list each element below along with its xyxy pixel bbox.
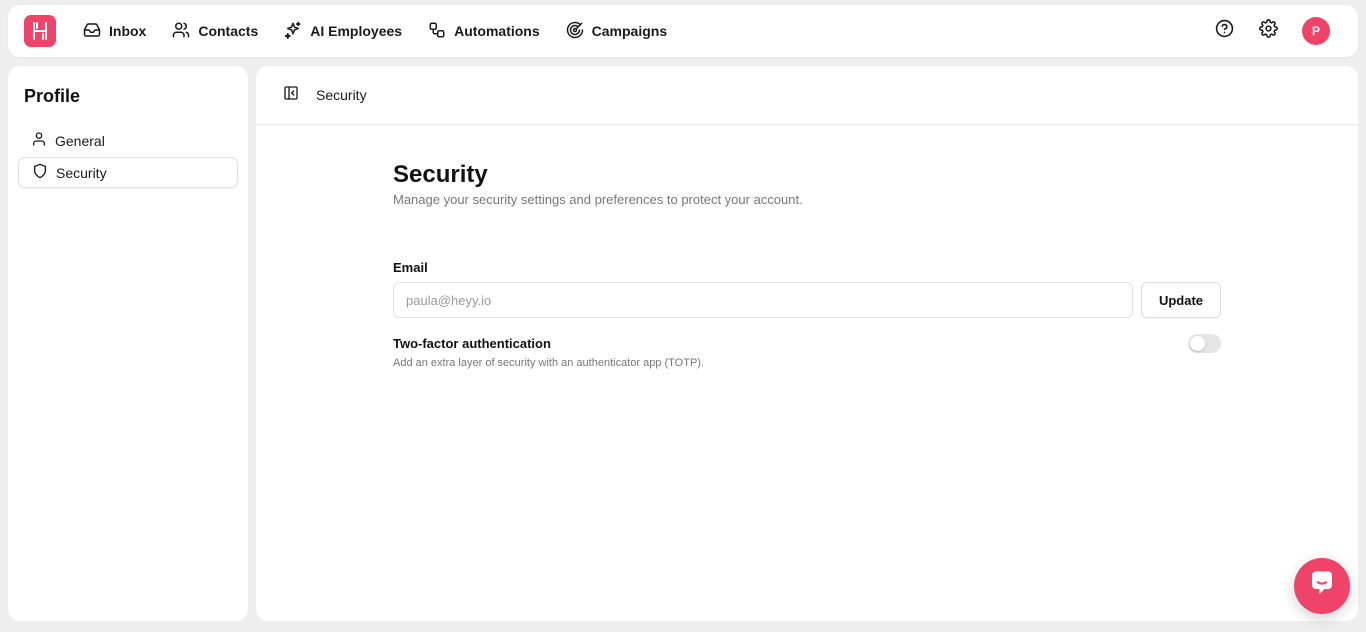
chat-widget-button[interactable] xyxy=(1294,558,1350,614)
page-subtitle: Manage your security settings and prefer… xyxy=(393,192,803,207)
avatar[interactable]: P xyxy=(1302,17,1330,45)
nav-item-ai-employees[interactable]: AI Employees xyxy=(283,14,403,48)
nav-item-contacts[interactable]: Contacts xyxy=(171,14,259,48)
header-actions: P xyxy=(1194,5,1330,57)
sidebar-item-security[interactable]: Security xyxy=(18,157,238,188)
profile-sidebar: Profile General Security xyxy=(8,66,248,621)
heyy-logo-icon[interactable] xyxy=(24,15,56,47)
inbox-icon xyxy=(83,21,109,42)
help-button[interactable] xyxy=(1210,17,1238,45)
email-field[interactable] xyxy=(393,282,1133,318)
nav-item-label: Automations xyxy=(454,23,540,39)
update-email-button[interactable]: Update xyxy=(1141,282,1221,318)
top-navigation-bar: Inbox Contacts AI Employees Automations … xyxy=(8,5,1358,57)
sidebar-item-label: Security xyxy=(56,164,107,181)
nav-item-label: Campaigns xyxy=(591,23,668,39)
shield-icon xyxy=(32,163,56,182)
users-icon xyxy=(172,21,198,42)
nav-item-label: Inbox xyxy=(109,23,147,39)
page-title: Security xyxy=(393,161,488,188)
help-circle-icon xyxy=(1215,19,1234,43)
two-factor-toggle[interactable] xyxy=(1188,334,1221,353)
toggle-sidebar-button[interactable] xyxy=(282,85,300,106)
nav-item-campaigns[interactable]: Campaigns xyxy=(565,14,668,48)
sidebar-item-general[interactable]: General xyxy=(18,125,238,156)
settings-button[interactable] xyxy=(1254,17,1282,45)
email-label: Email xyxy=(393,260,428,275)
two-factor-title: Two-factor authentication xyxy=(393,336,551,351)
workflow-icon xyxy=(428,21,454,42)
nav-item-label: Contacts xyxy=(198,23,259,39)
sidebar-title: Profile xyxy=(24,86,81,106)
sidebar-item-label: General xyxy=(55,132,105,149)
target-icon xyxy=(566,21,592,42)
sparkles-icon xyxy=(284,21,310,42)
main-header: Security xyxy=(256,66,1358,125)
nav-item-inbox[interactable]: Inbox xyxy=(82,14,147,48)
nav-item-automations[interactable]: Automations xyxy=(427,14,541,48)
breadcrumb: Security xyxy=(316,87,367,103)
two-factor-description: Add an extra layer of security with an a… xyxy=(393,357,705,369)
user-icon xyxy=(31,131,55,150)
chat-bubble-icon xyxy=(1307,569,1337,604)
toggle-knob xyxy=(1190,336,1205,351)
gear-icon xyxy=(1258,19,1278,43)
main-panel: Security Security Manage your security s… xyxy=(256,66,1358,621)
panel-left-icon xyxy=(283,85,299,106)
nav-item-label: AI Employees xyxy=(310,23,403,39)
main-nav: Inbox Contacts AI Employees Automations … xyxy=(82,5,692,57)
